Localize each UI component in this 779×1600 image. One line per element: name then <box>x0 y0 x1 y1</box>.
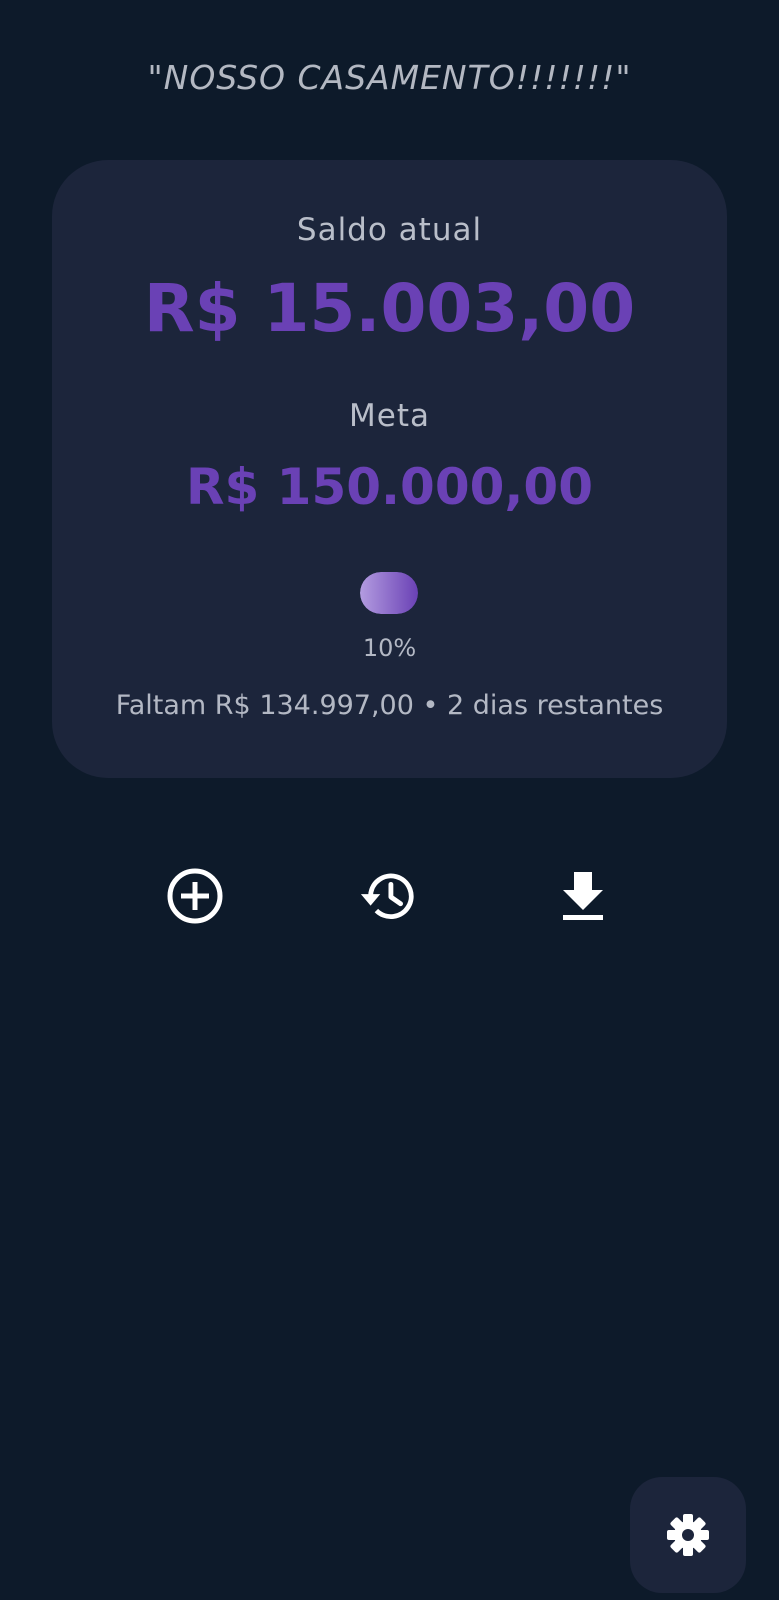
balance-value: R$ 15.003,00 <box>143 270 636 347</box>
progress-bar <box>360 572 418 614</box>
goal-value: R$ 150.000,00 <box>185 458 593 516</box>
savings-summary-card: Saldo atual R$ 15.003,00 Meta R$ 150.000… <box>52 160 727 778</box>
add-deposit-button[interactable] <box>165 866 225 926</box>
add-circle-icon <box>167 868 223 924</box>
goal-label: Meta <box>349 398 430 434</box>
download-icon <box>563 872 603 920</box>
progress-percent: 10% <box>362 634 417 662</box>
history-button[interactable] <box>358 866 418 926</box>
progress-bar-fill <box>360 572 418 614</box>
download-button[interactable] <box>553 866 613 926</box>
settings-button[interactable] <box>630 1477 746 1593</box>
gear-icon <box>667 1514 709 1556</box>
balance-label: Saldo atual <box>296 212 483 248</box>
history-icon <box>360 873 414 919</box>
page-title: "NOSSO CASAMENTO!!!!!!!" <box>147 58 632 97</box>
remaining-summary: Faltam R$ 134.997,00 • 2 dias restantes <box>115 690 664 721</box>
